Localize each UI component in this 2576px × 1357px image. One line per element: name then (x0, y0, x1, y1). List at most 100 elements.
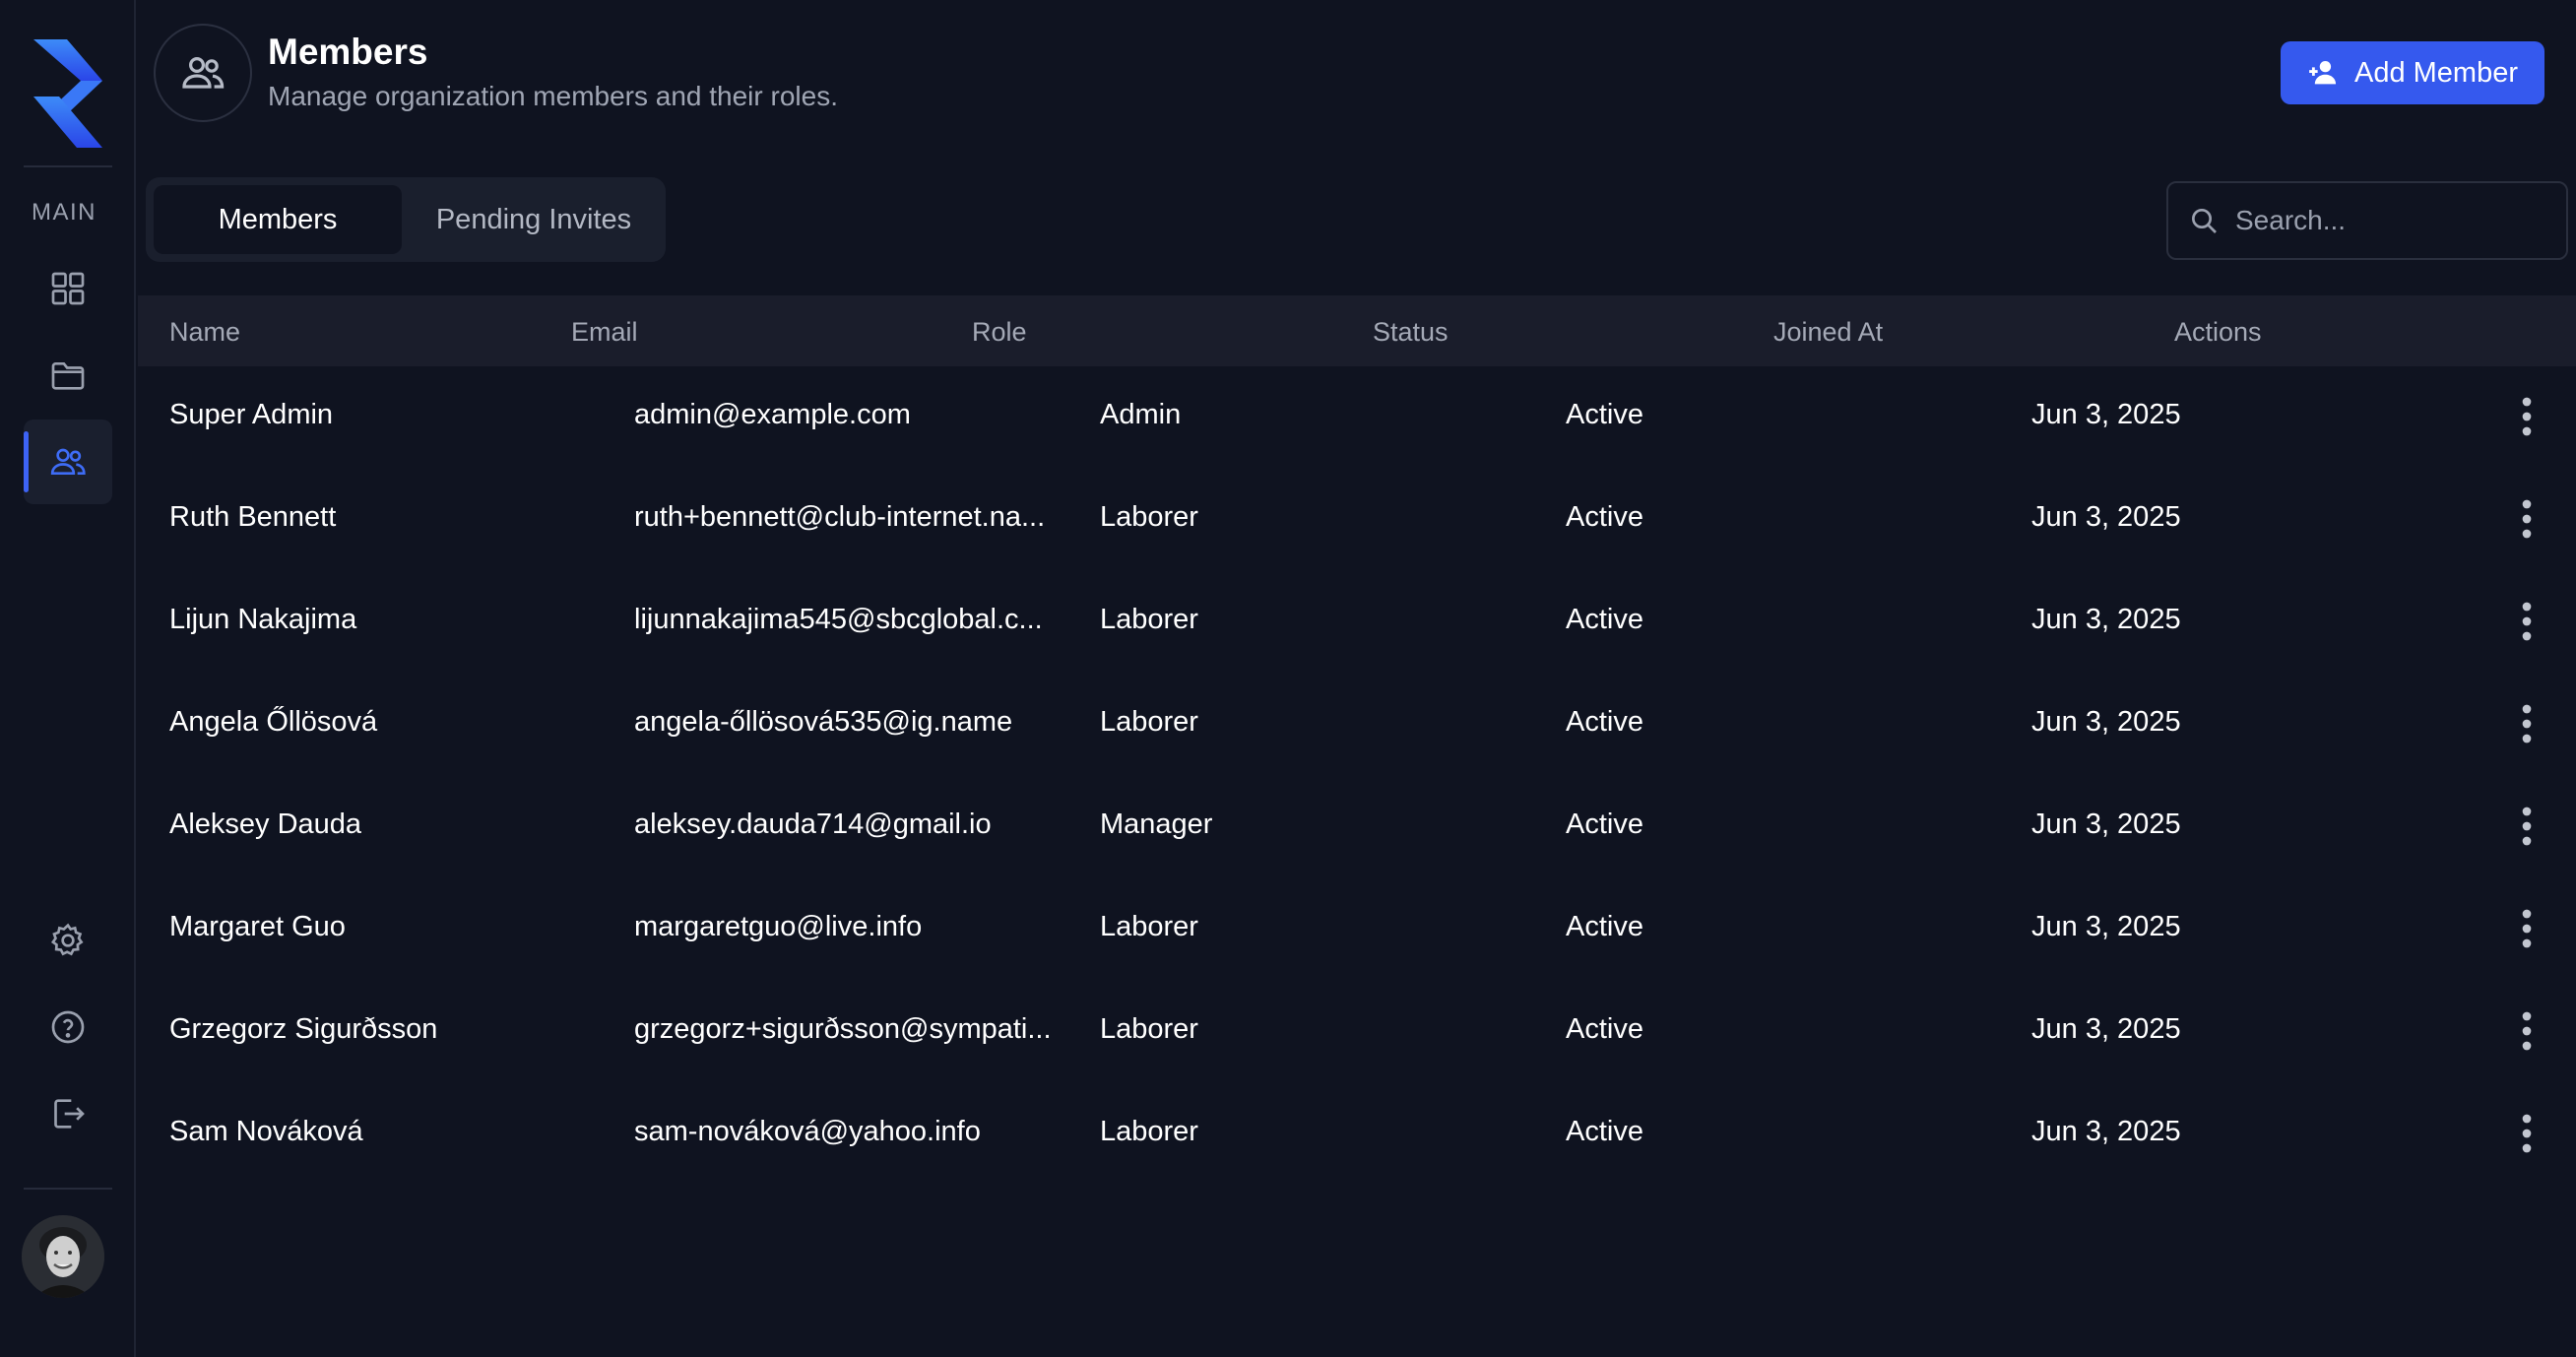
column-header-role[interactable]: Role (972, 317, 1027, 348)
page-title: Members (268, 32, 428, 72)
logout-icon (54, 1099, 85, 1129)
member-email: margaretguo@live.info (634, 911, 923, 942)
more-vertical-icon (2522, 909, 2532, 948)
table-row[interactable]: Aleksey Dauda aleksey.dauda714@gmail.io … (138, 775, 2576, 877)
sidebar-item-help[interactable] (24, 985, 112, 1069)
logo-icon[interactable] (30, 35, 106, 152)
column-header-status[interactable]: Status (1373, 317, 1449, 348)
table-row[interactable]: Grzegorz Sigurðsson grzegorz+sigurðsson@… (138, 980, 2576, 1082)
sidebar-item-members[interactable] (24, 420, 112, 504)
member-role: Laborer (1100, 1013, 1198, 1045)
member-joined-at: Jun 3, 2025 (2031, 604, 2181, 635)
gear-icon (50, 923, 84, 956)
member-status: Active (1566, 1116, 1643, 1147)
member-name: Aleksey Dauda (169, 808, 362, 840)
member-role: Laborer (1100, 501, 1198, 533)
search-icon (2192, 209, 2217, 233)
member-email: sam-nováková@yahoo.info (634, 1116, 981, 1147)
users-icon (50, 448, 86, 475)
member-joined-at: Jun 3, 2025 (2031, 501, 2181, 533)
member-email: lijunnakajima545@sbcglobal.c... (634, 604, 1043, 635)
member-email: angela-őllösová535@ig.name (634, 706, 1013, 738)
help-circle-icon (51, 1010, 85, 1044)
member-status: Active (1566, 808, 1643, 840)
sidebar-item-dashboard[interactable] (24, 246, 112, 331)
more-vertical-icon (2522, 1011, 2532, 1051)
member-status: Active (1566, 399, 1643, 430)
member-status: Active (1566, 706, 1643, 738)
app-root: MAIN Members Manage organization members… (0, 0, 2576, 1357)
more-vertical-icon (2522, 397, 2532, 436)
sidebar-divider (24, 165, 112, 167)
member-email: ruth+bennett@club-internet.na... (634, 501, 1046, 533)
member-joined-at: Jun 3, 2025 (2031, 911, 2181, 942)
user-photo-icon (22, 1215, 104, 1298)
more-vertical-icon (2522, 1114, 2532, 1153)
table-row[interactable]: Margaret Guo margaretguo@live.info Labor… (138, 877, 2576, 980)
page-subtitle: Manage organization members and their ro… (268, 81, 838, 111)
row-actions-button[interactable] (2499, 901, 2554, 956)
member-name: Grzegorz Sigurðsson (169, 1013, 438, 1045)
member-role: Laborer (1100, 1116, 1198, 1147)
users-icon (182, 57, 225, 89)
member-joined-at: Jun 3, 2025 (2031, 706, 2181, 738)
avatar[interactable] (22, 1215, 104, 1298)
table-row[interactable]: Angela Őllösová angela-őllösová535@ig.na… (138, 673, 2576, 775)
row-actions-button[interactable] (2499, 1106, 2554, 1161)
member-status: Active (1566, 911, 1643, 942)
page-header-icon (154, 24, 252, 122)
member-name: Angela Őllösová (169, 706, 378, 738)
member-joined-at: Jun 3, 2025 (2031, 1013, 2181, 1045)
member-name: Sam Nováková (169, 1116, 363, 1147)
member-name: Super Admin (169, 399, 334, 430)
member-role: Laborer (1100, 604, 1198, 635)
table-row[interactable]: Lijun Nakajima lijunnakajima545@sbcgloba… (138, 570, 2576, 673)
search-input[interactable] (2235, 205, 2550, 236)
more-vertical-icon (2522, 807, 2532, 846)
member-name: Margaret Guo (169, 911, 346, 942)
tab-members[interactable]: Members (154, 185, 402, 254)
member-role: Laborer (1100, 706, 1198, 738)
table-row[interactable]: Sam Nováková sam-nováková@yahoo.info Lab… (138, 1082, 2576, 1185)
folder-icon (51, 362, 85, 390)
table-header: Name Email Role Status Joined At Actions (138, 295, 2576, 366)
member-status: Active (1566, 1013, 1643, 1045)
row-actions-button[interactable] (2499, 491, 2554, 547)
sidebar-divider (24, 1188, 112, 1190)
tab-pending-invites[interactable]: Pending Invites (410, 185, 658, 254)
column-header-actions: Actions (2174, 317, 2262, 347)
sidebar-item-settings[interactable] (24, 898, 112, 983)
column-header-joined-at[interactable]: Joined At (1773, 317, 1883, 348)
member-email: aleksey.dauda714@gmail.io (634, 808, 992, 840)
more-vertical-icon (2522, 602, 2532, 641)
sidebar: MAIN (0, 0, 136, 1357)
row-actions-button[interactable] (2499, 389, 2554, 444)
user-plus-icon (2309, 60, 2337, 85)
column-header-name[interactable]: Name (169, 317, 240, 348)
member-name: Lijun Nakajima (169, 604, 357, 635)
table-row[interactable]: Ruth Bennett ruth+bennett@club-internet.… (138, 468, 2576, 570)
member-tabs: Members Pending Invites (146, 177, 666, 262)
member-joined-at: Jun 3, 2025 (2031, 808, 2181, 840)
sidebar-item-logout[interactable] (24, 1071, 112, 1156)
member-joined-at: Jun 3, 2025 (2031, 1116, 2181, 1147)
search-box[interactable] (2166, 181, 2568, 260)
add-member-label: Add Member (2353, 56, 2518, 89)
member-email: grzegorz+sigurðsson@sympati... (634, 1013, 1052, 1045)
row-actions-button[interactable] (2499, 696, 2554, 751)
row-actions-button[interactable] (2499, 594, 2554, 649)
member-status: Active (1566, 604, 1643, 635)
grid-icon (51, 272, 85, 305)
member-email: admin@example.com (634, 399, 911, 430)
row-actions-button[interactable] (2499, 799, 2554, 854)
row-actions-button[interactable] (2499, 1003, 2554, 1059)
member-name: Ruth Bennett (169, 501, 337, 533)
member-role: Admin (1100, 399, 1182, 430)
member-status: Active (1566, 501, 1643, 533)
sidebar-item-projects[interactable] (24, 333, 112, 418)
column-header-email[interactable]: Email (571, 317, 638, 348)
more-vertical-icon (2522, 499, 2532, 539)
table-row[interactable]: Super Admin admin@example.com Admin Acti… (138, 365, 2576, 468)
sidebar-section-label: MAIN (32, 199, 97, 226)
add-member-button[interactable]: Add Member (2281, 41, 2544, 104)
